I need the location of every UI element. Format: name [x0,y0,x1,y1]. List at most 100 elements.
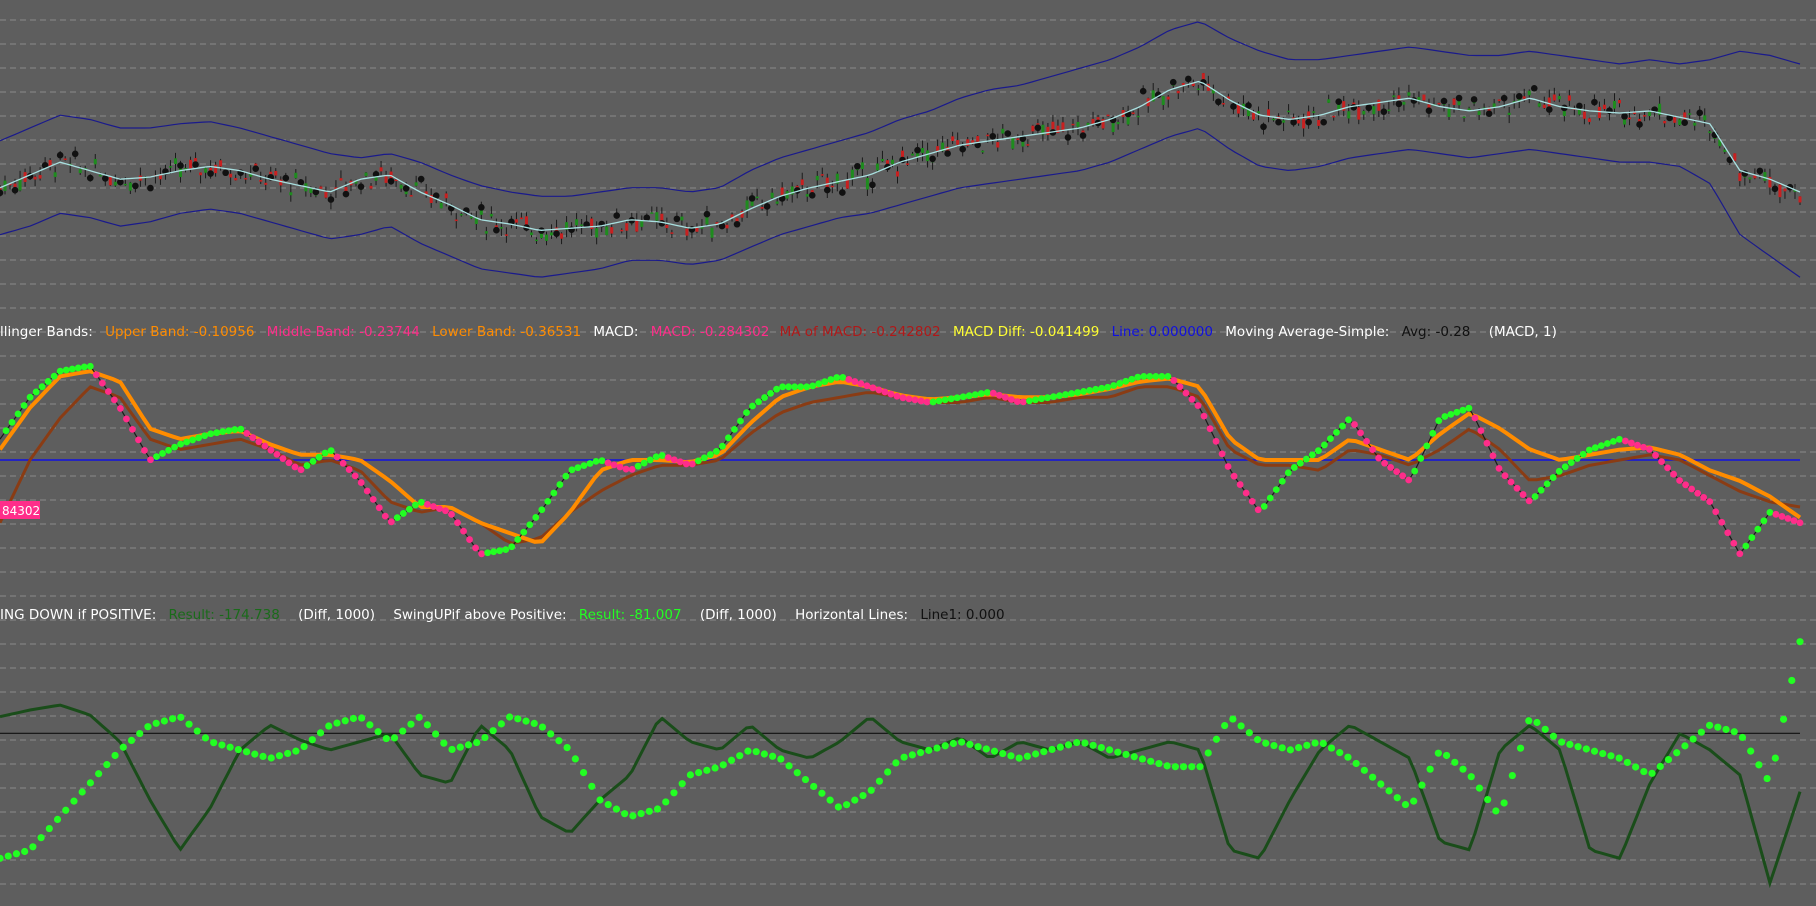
swing-up-dot [1516,744,1525,752]
candle-dot [327,196,335,203]
swing-up-dot [1040,748,1048,756]
candle-body [640,220,644,227]
candle-dot [1591,98,1598,106]
candle-body [214,164,218,174]
candle-body [158,175,162,180]
macd-point [74,364,82,372]
candle-dot [1470,96,1478,103]
macd-point [1032,396,1039,404]
candle-dot [1455,94,1463,102]
swing-up-dot [588,782,596,790]
macd-point [1296,459,1304,467]
macd-point [1308,451,1316,459]
macd-point [520,528,528,536]
macd-point [1603,440,1611,447]
legend-macd-diff: MACD Diff: -0.041499 [953,324,1099,340]
candle-body [484,231,488,234]
swing-up-dot [1714,723,1722,731]
swing-up-dot [990,747,999,755]
swing-up-dot [1352,759,1360,768]
macd-point [333,453,341,461]
macd-point [1044,394,1051,402]
candle-dot [222,169,229,177]
candle-body [680,216,684,221]
macd-value-tag-text: 84302 [2,504,40,518]
macd-point [381,512,389,520]
macd-point [1543,480,1551,488]
swing-up-dot [933,744,941,752]
macd-point [899,394,907,402]
swing-up-dot [119,743,127,751]
candle-body [1763,172,1767,181]
swing-up-dot [514,715,522,723]
candle-body [545,234,549,241]
candle-body [244,178,248,180]
candle-body [951,136,955,141]
macd-point [1170,377,1178,384]
macd-point [177,440,185,448]
macd-point [845,376,853,383]
candle-body [339,178,343,181]
candle-body [499,227,503,229]
macd-point [1182,389,1190,397]
macd-point [159,450,166,457]
swing-up-dot [489,727,497,735]
candle-body [1166,96,1170,100]
swing-up-dot [1763,774,1771,783]
candle-body [725,224,729,229]
macd-point [26,393,34,401]
swing-up-dot [111,751,119,760]
candle-body [1071,123,1075,126]
candle-body [936,146,940,152]
macd-point [622,465,630,473]
legend-lower-band: Lower Band: -0.36531 [432,324,581,340]
swing-up-dot [760,750,768,758]
swing-up-dot [1779,715,1788,723]
swing-up-dot [958,738,966,746]
candle-body [489,213,493,217]
candle-body [1407,92,1411,96]
legend-macd-title: MACD: [593,324,638,340]
swing-up-dot [1541,725,1549,733]
swing-up-dot [752,748,760,756]
macd-point [526,521,534,529]
swing-up-dot [1475,784,1484,792]
macd-point [1272,486,1280,494]
swing-up-dot [1007,752,1015,760]
swing-up-dot [169,715,177,723]
candle-body [1582,111,1586,119]
macd-point [20,402,28,409]
swing-up-dot [1648,769,1656,777]
candle-body [1693,122,1697,126]
macd-point [249,434,257,441]
macd-point [935,397,943,405]
swing-up-dot [464,741,473,749]
candle-dot [959,145,966,153]
candle-body [1362,110,1366,115]
swing-up-dot [382,734,390,743]
swing-up-dot [884,768,892,776]
candle-body [1297,120,1301,124]
swing-up-dot [1229,715,1237,723]
macd-point [953,394,961,402]
candle-body [906,163,910,165]
macd-point [1634,441,1641,449]
candle-dot [417,175,425,183]
candle-body [1542,104,1546,109]
macd-point [1519,491,1527,498]
macd-point [1585,446,1593,454]
legend-swing-result2: Result: -81.007 [579,607,682,623]
macd-point [1736,550,1744,558]
candle-body [1377,99,1381,111]
macd-point [1772,510,1780,518]
candle-dot [387,177,395,185]
candle-body [78,169,82,174]
macd-point [1471,414,1479,422]
swing-up-dot [1319,739,1327,748]
macd-point [749,402,756,410]
macd-point [797,383,805,391]
candle-body [364,172,368,177]
macd-point [1357,429,1364,437]
macd-point [1477,427,1485,434]
macd-point [1507,478,1515,486]
